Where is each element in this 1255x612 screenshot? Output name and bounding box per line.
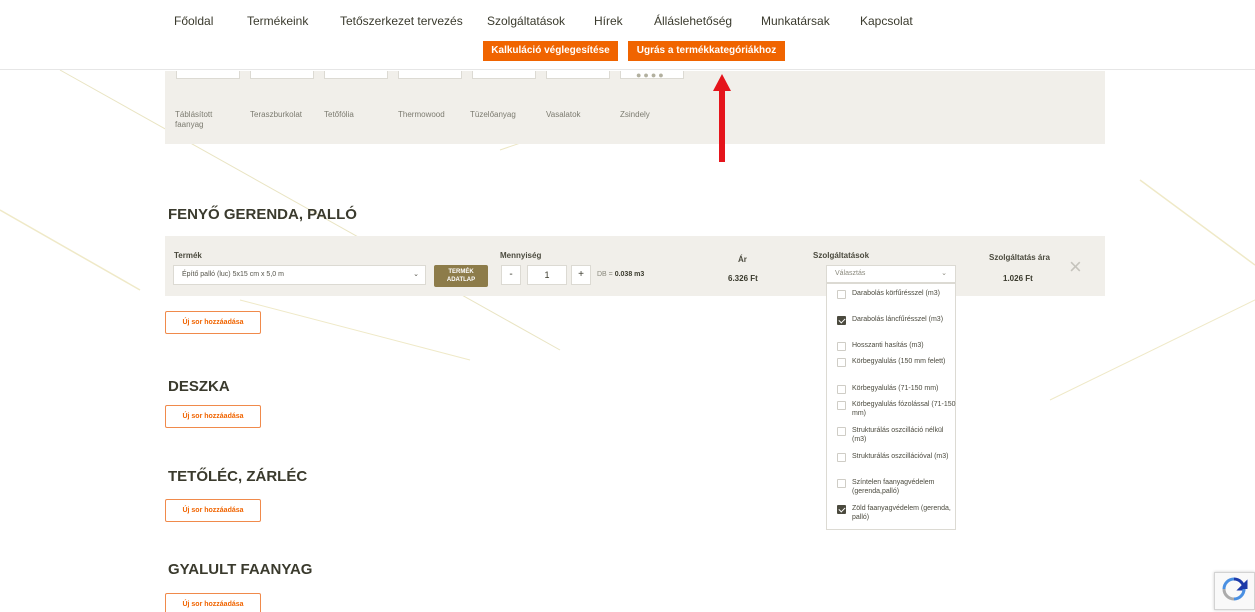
section-title-battens: TETŐLÉC, ZÁRLÉC bbox=[168, 468, 308, 485]
volume-readout: DB = 0.038 m3 bbox=[597, 271, 644, 278]
nav-item-staff[interactable]: Munkatársak bbox=[761, 14, 830, 28]
service-option[interactable]: Zöld faanyagvédelem (gerenda, palló) bbox=[837, 504, 955, 524]
recaptcha-badge[interactable] bbox=[1214, 572, 1255, 610]
recaptcha-icon bbox=[1222, 577, 1248, 601]
product-datasheet-button[interactable]: TERMÉK ADATLAP bbox=[434, 265, 488, 287]
service-checkbox[interactable] bbox=[837, 290, 846, 299]
services-column-header: Szolgáltatások bbox=[813, 251, 870, 260]
category-label-fittings[interactable]: Vasalatok bbox=[546, 110, 581, 120]
services-options-list: Darabolás körfűrésszel (m3) Darabolás lá… bbox=[826, 283, 956, 530]
product-column-header: Termék bbox=[174, 251, 202, 260]
category-label-thermowood[interactable]: Thermowood bbox=[398, 110, 445, 120]
nav-item-home[interactable]: Főoldal bbox=[174, 14, 213, 28]
service-option-label: Színtelen faanyagvédelem (gerenda,palló) bbox=[852, 479, 935, 495]
category-tile[interactable] bbox=[250, 71, 314, 79]
service-option[interactable]: Strukturálás oszcilláció nélkül (m3) bbox=[837, 426, 955, 446]
service-checkbox-checked[interactable] bbox=[837, 505, 846, 514]
service-option-label: Darabolás láncfűrésszel (m3) bbox=[852, 316, 944, 323]
add-row-button-beams[interactable]: Új sor hozzáadása bbox=[165, 311, 261, 334]
chevron-down-icon: ⌄ bbox=[941, 270, 947, 277]
service-option-label: Strukturálás oszcilláció nélkül (m3) bbox=[852, 427, 944, 443]
service-option[interactable]: Színtelen faanyagvédelem (gerenda,palló) bbox=[837, 478, 955, 498]
service-checkbox[interactable] bbox=[837, 342, 846, 351]
datasheet-label-line2: ADATLAP bbox=[446, 277, 476, 283]
nav-item-roof-design[interactable]: Tetőszerkezet tervezés bbox=[340, 14, 463, 28]
top-navigation: Főoldal Termékeink Tetőszerkezet tervezé… bbox=[0, 0, 1255, 70]
service-checkbox[interactable] bbox=[837, 453, 846, 462]
service-checkbox[interactable] bbox=[837, 401, 846, 410]
nav-item-contact[interactable]: Kapcsolat bbox=[860, 14, 913, 28]
category-label-fuel[interactable]: Tüzelőanyag bbox=[470, 110, 516, 120]
service-option-label: Darabolás körfűrésszel (m3) bbox=[852, 290, 940, 297]
service-option[interactable]: Körbegyalulás (71-150 mm) bbox=[837, 384, 955, 395]
category-image-fragment: ●●●● bbox=[636, 72, 666, 78]
quantity-column-header: Mennyiség bbox=[500, 251, 542, 260]
datasheet-label-line1: TERMÉK bbox=[448, 269, 474, 275]
category-label-panels[interactable]: Táblásított faanyag bbox=[175, 110, 237, 130]
category-label-decking[interactable]: Teraszburkolat bbox=[250, 110, 302, 120]
services-select[interactable]: Választás ⌄ bbox=[826, 265, 956, 283]
quantity-decrement-button[interactable]: - bbox=[501, 265, 521, 285]
price-column-header: Ár bbox=[738, 255, 747, 264]
remove-row-icon[interactable]: × bbox=[1069, 256, 1082, 278]
selected-product-text: Építő palló (luc) 5x15 cm x 5,0 m bbox=[182, 271, 284, 278]
service-option[interactable]: Körbegyalulás fózolással (71-150 mm) bbox=[837, 400, 956, 420]
category-label-shingles[interactable]: Zsindely bbox=[620, 110, 650, 120]
service-option-label: Hosszanti hasítás (m3) bbox=[852, 342, 924, 349]
finalize-calculation-button[interactable]: Kalkuláció véglegesítése bbox=[483, 41, 618, 61]
category-tile[interactable] bbox=[324, 71, 388, 79]
quantity-increment-button[interactable]: + bbox=[571, 265, 591, 285]
service-checkbox[interactable] bbox=[837, 385, 846, 394]
service-option-label: Körbegyalulás (150 mm felett) bbox=[852, 358, 946, 365]
service-price: 1.026 Ft bbox=[1003, 274, 1033, 283]
nav-item-products[interactable]: Termékeink bbox=[247, 14, 308, 28]
category-tile[interactable] bbox=[398, 71, 462, 79]
category-tile[interactable] bbox=[546, 71, 610, 79]
product-select[interactable]: Építő palló (luc) 5x15 cm x 5,0 m ⌄ bbox=[173, 265, 426, 285]
add-row-button-boards[interactable]: Új sor hozzáadása bbox=[165, 405, 261, 428]
nav-item-news[interactable]: Hírek bbox=[594, 14, 623, 28]
service-option[interactable]: Strukturálás oszcillációval (m3) bbox=[837, 452, 955, 472]
nav-item-services[interactable]: Szolgáltatások bbox=[487, 14, 565, 28]
service-checkbox[interactable] bbox=[837, 427, 846, 436]
add-row-button-battens[interactable]: Új sor hozzáadása bbox=[165, 499, 261, 522]
category-label-roof-foil[interactable]: Tetőfólia bbox=[324, 110, 354, 120]
service-option-label: Zöld faanyagvédelem (gerenda, palló) bbox=[852, 505, 951, 521]
jump-to-categories-button[interactable]: Ugrás a termékkategóriákhoz bbox=[628, 41, 785, 61]
services-placeholder: Választás bbox=[835, 270, 866, 277]
quantity-input[interactable]: 1 bbox=[527, 265, 567, 285]
service-option-label: Körbegyalulás fózolással (71-150 mm) bbox=[852, 401, 956, 417]
service-option-label: Strukturálás oszcillációval (m3) bbox=[852, 453, 949, 460]
service-option-label: Körbegyalulás (71-150 mm) bbox=[852, 385, 939, 392]
product-row: Termék Mennyiség Ár Szolgáltatások Szolg… bbox=[165, 236, 1105, 296]
section-title-planed-timber: GYALULT FAANYAG bbox=[168, 561, 313, 578]
volume-value: 0.038 m3 bbox=[614, 271, 645, 278]
chevron-down-icon: ⌄ bbox=[413, 271, 419, 278]
add-row-button-planed-timber[interactable]: Új sor hozzáadása bbox=[165, 593, 261, 612]
service-option[interactable]: Körbegyalulás (150 mm felett) bbox=[837, 357, 955, 377]
category-panel: Táblásított faanyag Teraszburkolat Tetőf… bbox=[165, 71, 1105, 144]
red-arrow-icon bbox=[713, 74, 731, 162]
service-checkbox[interactable] bbox=[837, 479, 846, 488]
volume-prefix: DB = bbox=[597, 271, 615, 278]
category-tile[interactable] bbox=[176, 71, 240, 79]
service-checkbox[interactable] bbox=[837, 358, 846, 367]
category-tile[interactable] bbox=[472, 71, 536, 79]
service-price-column-header: Szolgáltatás ára bbox=[989, 253, 1050, 262]
section-title-boards: DESZKA bbox=[168, 378, 230, 395]
service-checkbox-checked[interactable] bbox=[837, 316, 846, 325]
service-option[interactable]: Hosszanti hasítás (m3) bbox=[837, 341, 955, 352]
service-option[interactable]: Darabolás körfűrésszel (m3) bbox=[837, 289, 955, 309]
service-option[interactable]: Darabolás láncfűrésszel (m3) bbox=[837, 315, 955, 335]
nav-item-jobs[interactable]: Álláslehetőség bbox=[654, 14, 732, 28]
product-price: 6.326 Ft bbox=[728, 274, 758, 283]
section-title-beams: FENYŐ GERENDA, PALLÓ bbox=[168, 206, 357, 223]
